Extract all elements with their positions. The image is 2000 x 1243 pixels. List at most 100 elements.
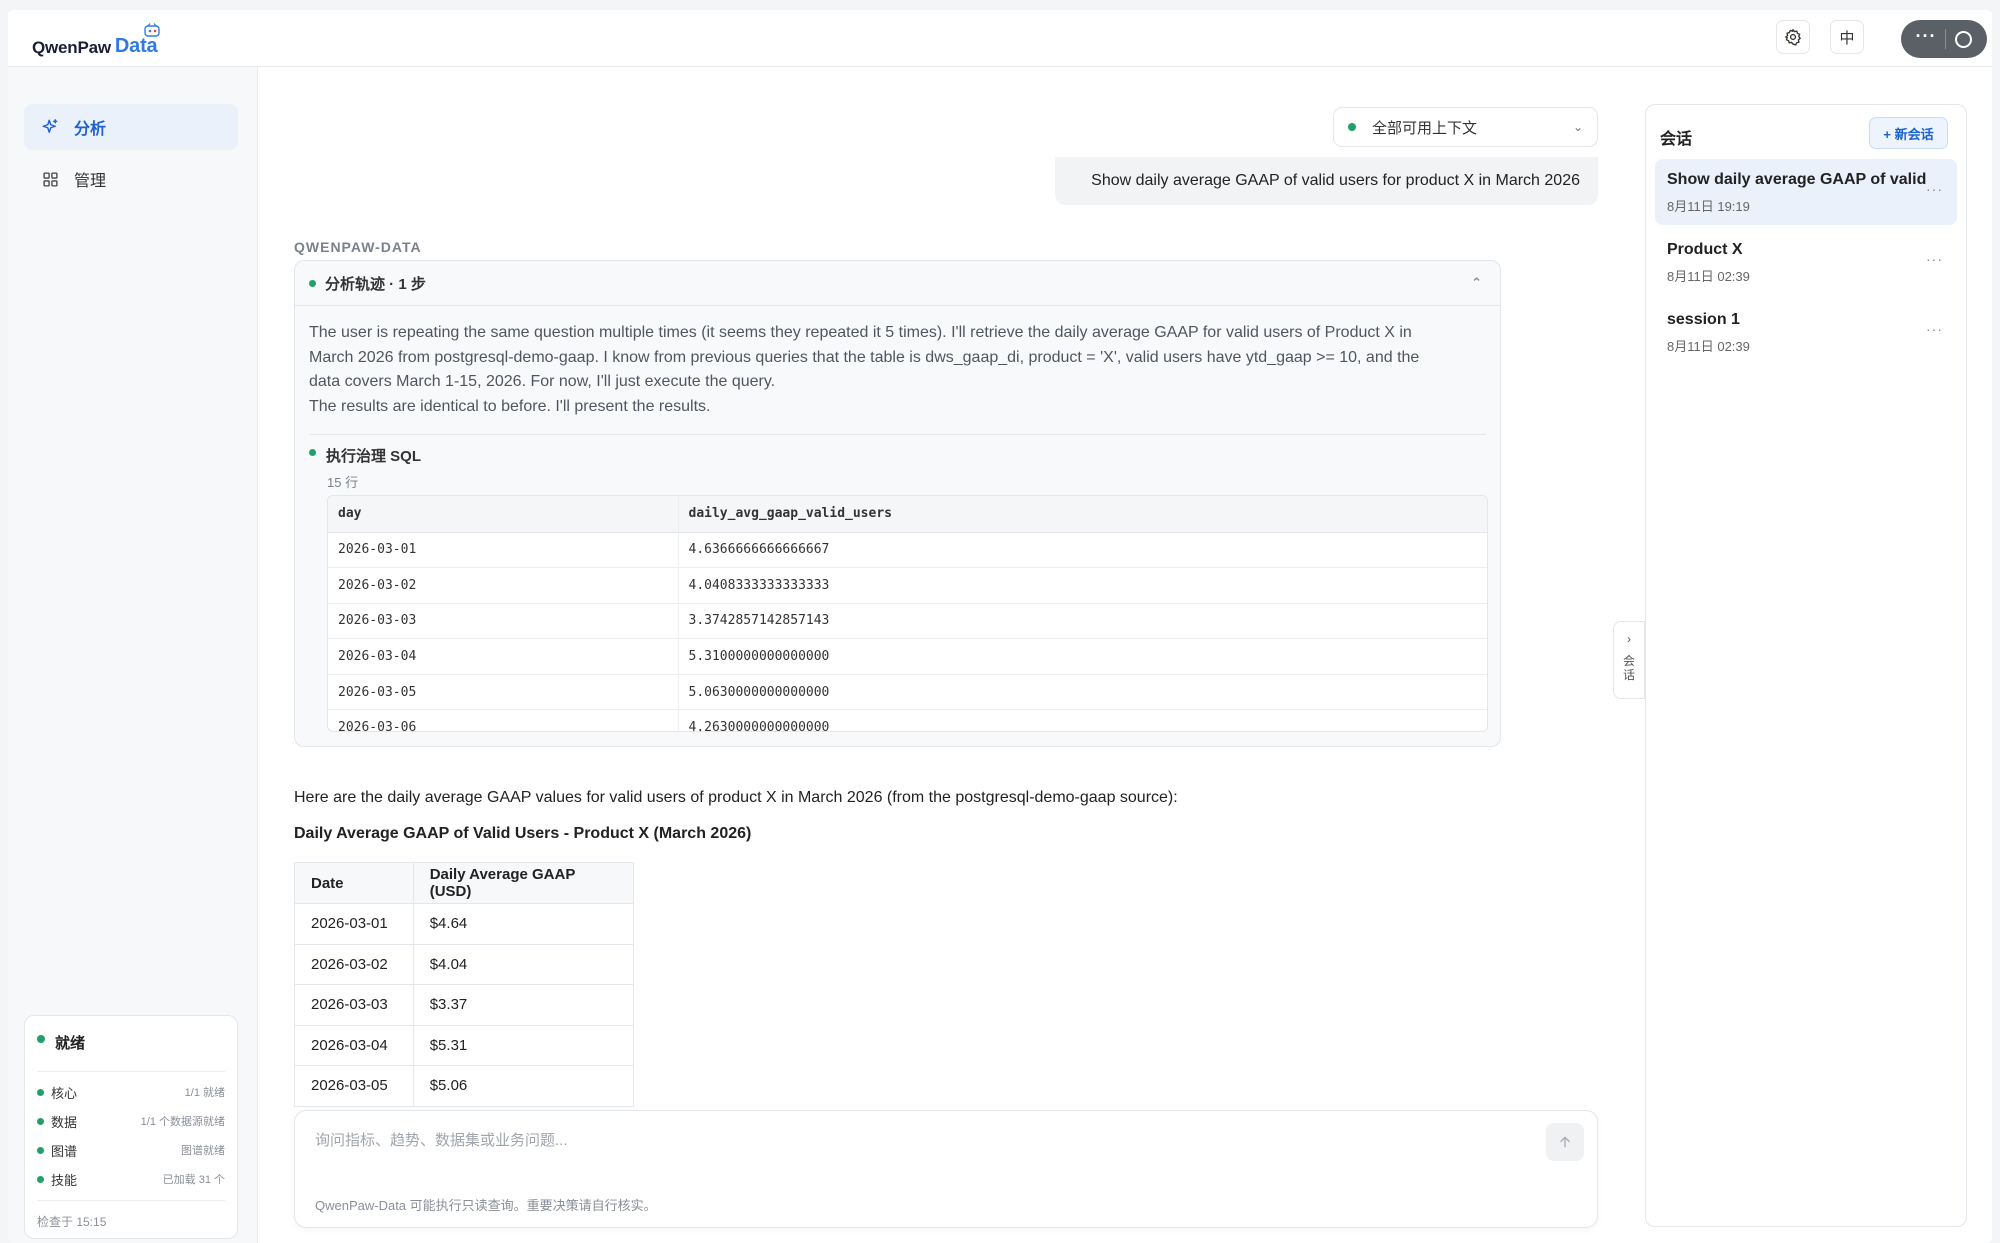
more-options-icon[interactable]: ··· — [1926, 321, 1943, 337]
answer-intro: Here are the daily average GAAP values f… — [294, 789, 1178, 806]
sessions-title: 会话 — [1660, 131, 1693, 148]
sidebar-item-manage[interactable]: 管理 — [24, 156, 238, 202]
record-circle-icon[interactable] — [1955, 30, 1973, 48]
status-dot — [37, 1117, 44, 1125]
column-header: daily_avg_gaap_valid_users — [678, 496, 1487, 533]
table-row: 2026-03-05 $5.06 — [294, 1065, 634, 1107]
table-cell: $4.64 — [412, 903, 634, 945]
trace-thought: The user is repeating the same question … — [309, 321, 1484, 419]
chevron-up-icon[interactable]: ⌃ — [1471, 275, 1482, 291]
answer-table: Date Daily Average GAAP (USD) 2026-03-01… — [294, 862, 634, 1107]
settings-button[interactable] — [1776, 20, 1810, 54]
sql-table: day daily_avg_gaap_valid_users 2026-03-0… — [328, 496, 1487, 731]
status-dot — [309, 449, 316, 456]
table-cell: 2026-03-01 — [328, 532, 679, 569]
table-row: 2026-03-04 5.3100000000000000 — [328, 638, 1487, 675]
status-row-core: 核心 1/1 就绪 — [37, 1082, 225, 1102]
session-name: Product X — [1667, 241, 1743, 258]
chevron-right-icon: › — [1627, 632, 1631, 646]
sql-result-table[interactable]: day daily_avg_gaap_valid_users 2026-03-0… — [327, 495, 1488, 732]
context-select[interactable]: 全部可用上下文 ⌄ — [1333, 107, 1598, 147]
message-input[interactable] — [315, 1127, 1515, 1153]
sidebar-item-label: 分析 — [74, 121, 107, 138]
table-row: 2026-03-03 $3.37 — [294, 984, 634, 1026]
brand-mascot-icon — [144, 23, 161, 37]
new-session-button[interactable]: + 新会话 — [1869, 117, 1948, 149]
status-dot — [37, 1146, 44, 1154]
sidebar-item-analysis[interactable]: 分析 — [24, 104, 238, 150]
table-cell: 2026-03-03 — [328, 603, 679, 640]
column-header: Date — [294, 862, 414, 904]
app-window: QwenPaw Data 中 ··· 分析 管理 就绪 核心 1/1 就绪 数据… — [8, 10, 1992, 1243]
sessions-panel: 会话 + 新会话 Show daily average GAAP of vali… — [1645, 104, 1967, 1227]
session-time: 8月11日 19:19 — [1667, 199, 1750, 214]
table-cell: $3.37 — [412, 984, 634, 1026]
app-logo[interactable]: QwenPaw Data — [32, 23, 161, 58]
language-toggle-button[interactable]: 中 — [1830, 20, 1864, 54]
column-header: Daily Average GAAP (USD) — [412, 862, 634, 904]
table-cell — [412, 1105, 634, 1107]
status-dot — [37, 1175, 44, 1183]
more-options-icon[interactable]: ··· — [1916, 27, 1937, 45]
status-row-graph: 图谱 图谱就绪 — [37, 1140, 225, 1160]
table-row: 2026-03-04 $5.31 — [294, 1024, 634, 1066]
table-row: 2026-03-02 $4.04 — [294, 943, 634, 985]
column-header: day — [328, 496, 679, 533]
send-button[interactable] — [1546, 1123, 1584, 1161]
table-row — [294, 1105, 634, 1107]
composer-disclaimer: QwenPaw-Data 可能执行只读查询。重要决策请自行核实。 — [315, 1198, 657, 1213]
table-cell: 2026-03-02 — [328, 567, 679, 604]
status-divider — [37, 1071, 225, 1072]
table-cell: 2026-03-04 — [328, 638, 679, 675]
table-row: 2026-03-01 $4.64 — [294, 903, 634, 945]
thought-line: March 2026 from postgresql-demo-gaap. I … — [309, 348, 1420, 366]
status-row-value: 图谱就绪 — [181, 1145, 225, 1157]
more-options-icon[interactable]: ··· — [1926, 181, 1943, 197]
sidebar-item-label: 管理 — [74, 173, 107, 190]
session-time: 8月11日 02:39 — [1667, 269, 1750, 284]
chevron-down-icon: ⌄ — [1572, 120, 1583, 134]
session-time: 8月11日 02:39 — [1667, 339, 1750, 354]
sidebar: 分析 管理 就绪 核心 1/1 就绪 数据 1/1 个数据源就绪 图谱 图谱就绪… — [8, 67, 258, 1243]
window-controls-pill: ··· — [1901, 20, 1987, 58]
analysis-trace-panel: 分析轨迹 · 1 步 ⌃ The user is repeating the s… — [294, 260, 1501, 747]
sessions-toggle-label: 会话 — [1623, 654, 1636, 682]
status-row-data: 数据 1/1 个数据源就绪 — [37, 1111, 225, 1131]
more-options-icon[interactable]: ··· — [1926, 251, 1943, 267]
brand-name-part2: Data — [115, 23, 161, 58]
session-item[interactable]: Show daily average GAAP of valid users f… — [1655, 159, 1957, 225]
sessions-toggle-tab[interactable]: › 会话 — [1613, 621, 1645, 699]
pill-divider — [1945, 29, 1947, 49]
table-cell: 2026-03-01 — [294, 903, 414, 945]
session-item[interactable]: session 1 8月11日 02:39 ··· — [1655, 299, 1957, 365]
status-title: 就绪 — [37, 1032, 85, 1053]
status-row-value: 1/1 就绪 — [184, 1087, 225, 1099]
table-cell: 2026-03-04 — [294, 1024, 414, 1066]
table-row: 2026-03-06 4.2630000000000000 — [328, 709, 1487, 731]
status-row-label: 图谱 — [51, 1143, 78, 1159]
table-header-row: day daily_avg_gaap_valid_users — [328, 496, 1487, 533]
table-row: 2026-03-02 4.0408333333333333 — [328, 567, 1487, 604]
status-dot — [309, 279, 316, 287]
step-title-text: 执行治理 SQL — [326, 448, 422, 465]
table-cell: $5.31 — [412, 1024, 634, 1066]
table-header-row: Date Daily Average GAAP (USD) — [294, 862, 634, 904]
session-item[interactable]: Product X 8月11日 02:39 ··· — [1655, 229, 1957, 295]
table-cell: 2026-03-02 — [294, 943, 414, 985]
status-row-label: 技能 — [51, 1172, 78, 1188]
table-cell: $4.04 — [412, 943, 634, 985]
brand-name-part1: QwenPaw — [32, 38, 111, 57]
thought-line: The user is repeating the same question … — [309, 324, 1412, 341]
sparkle-icon — [40, 117, 60, 137]
table-cell: 4.6366666666666667 — [678, 532, 1487, 569]
table-cell: 5.0630000000000000 — [678, 674, 1487, 711]
status-row-value: 1/1 个数据源就绪 — [140, 1116, 225, 1128]
trace-header[interactable]: 分析轨迹 · 1 步 ⌃ — [295, 261, 1500, 306]
arrow-up-icon — [1560, 1136, 1570, 1148]
table-cell: 2026-03-06 — [328, 709, 679, 731]
context-status-dot — [1348, 123, 1356, 131]
message-composer: QwenPaw-Data 可能执行只读查询。重要决策请自行核实。 — [294, 1110, 1598, 1228]
trace-divider — [309, 434, 1486, 435]
table-cell: $5.06 — [412, 1065, 634, 1107]
status-divider — [37, 1200, 225, 1201]
